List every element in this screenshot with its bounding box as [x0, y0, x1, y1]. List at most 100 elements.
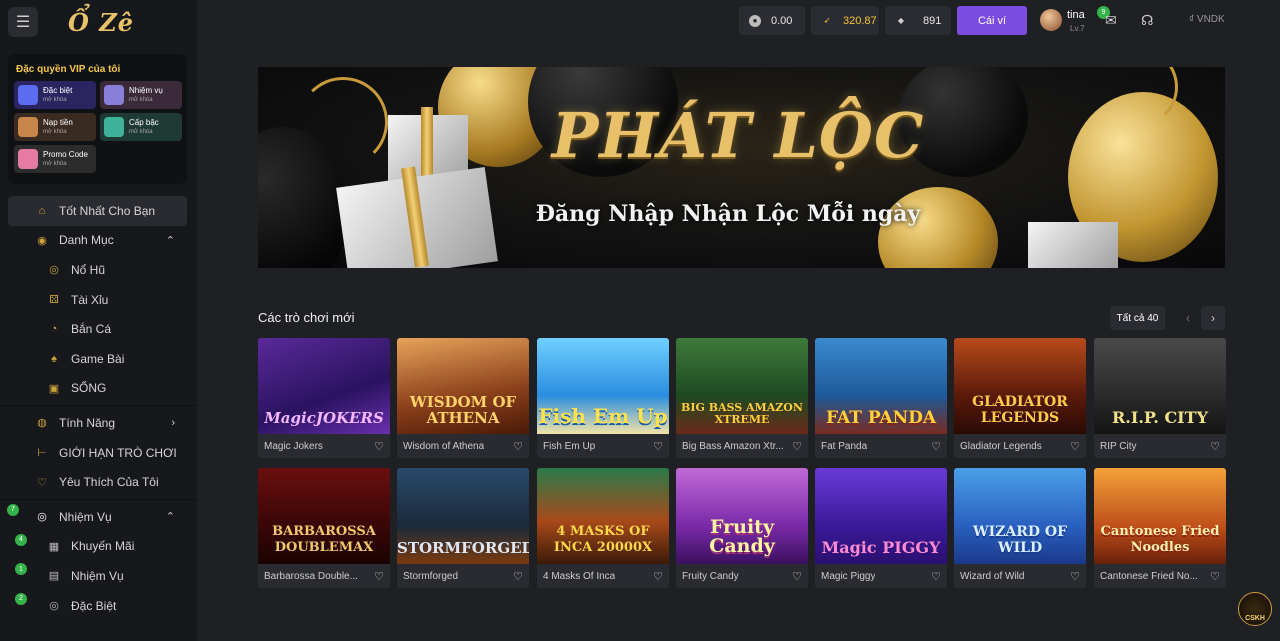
- game-thumbnail: STORMFORGED: [397, 468, 529, 564]
- nav-item-promotions[interactable]: 4 ▦ Khuyến Mãi: [0, 532, 197, 562]
- game-name: Magic Jokers: [264, 440, 323, 452]
- heart-icon[interactable]: ♡: [1210, 440, 1220, 453]
- game-caption: Barbarossa Double... ♡: [258, 564, 390, 588]
- game-name: Fat Panda: [821, 440, 868, 452]
- target-icon: ◎: [37, 511, 47, 524]
- nav-item-special[interactable]: 2 ◎ Đặc Biệt: [0, 591, 197, 621]
- vip-card-deposit[interactable]: Nạp tiền mở khóa: [14, 113, 96, 141]
- gift-ribbon-graphic: [421, 107, 433, 185]
- game-caption: Fish Em Up ♡: [537, 434, 669, 458]
- heart-icon[interactable]: ♡: [792, 570, 802, 583]
- game-art-title: FAT PANDA: [825, 408, 937, 428]
- game-card-wisdom-of-athena[interactable]: WISDOM OF ATHENA Wisdom of Athena ♡: [397, 338, 529, 458]
- nav-label: Nhiệm Vụ: [71, 568, 124, 583]
- nav-item-features[interactable]: ◍ Tính Năng ›: [8, 408, 187, 438]
- chevron-left-icon[interactable]: ‹: [1176, 306, 1200, 330]
- heart-icon[interactable]: ♡: [792, 440, 802, 453]
- nav-item-mission-sub[interactable]: 1 ▤ Nhiệm Vụ: [0, 561, 197, 591]
- game-card-fruity-candy[interactable]: Fruity Candy Fruity Candy ♡: [676, 468, 808, 588]
- game-caption: Wisdom of Athena ♡: [397, 434, 529, 458]
- nav-item-no-hu[interactable]: ◎ Nổ Hũ: [0, 255, 197, 285]
- game-name: Wizard of Wild: [960, 570, 1025, 582]
- heart-icon[interactable]: ♡: [513, 440, 523, 453]
- nav-item-game-bai[interactable]: ♠ Game Bài: [0, 344, 197, 374]
- game-card-barbarossa[interactable]: BARBAROSSA DOUBLEMAX Barbarossa Double..…: [258, 468, 390, 588]
- heart-icon[interactable]: ♡: [931, 440, 941, 453]
- game-caption: 4 Masks Of Inca ♡: [537, 564, 669, 588]
- game-art-title: Cantonese Fried Noodles: [1100, 524, 1220, 555]
- game-art-title: WIZARD OF WILD: [972, 524, 1068, 556]
- game-card-big-bass-amazon[interactable]: BIG BASS AMAZON XTREME Big Bass Amazon X…: [676, 338, 808, 458]
- nav-item-ban-ca[interactable]: ◔ Bắn Cá: [0, 314, 197, 344]
- vip-card-level[interactable]: Cấp bậc mở khóa: [100, 113, 182, 141]
- nav-item-best-for-you[interactable]: ⌂ Tốt Nhất Cho Bạn: [8, 196, 187, 226]
- promotions-badge: 4: [15, 533, 27, 546]
- heart-icon[interactable]: ♡: [513, 570, 523, 583]
- vip-card-mission[interactable]: Nhiệm vụ mở khóa: [100, 81, 182, 109]
- currency-selector[interactable]: ₫ VNDK: [1189, 14, 1225, 25]
- vip-card-label: Nhiệm vụ: [129, 86, 163, 95]
- game-card-gladiator-legends[interactable]: GLADIATOR LEGENDS Gladiator Legends ♡: [954, 338, 1086, 458]
- sidebar-nav: ⌂ Tốt Nhất Cho Bạn ◉ Danh Mục ⌃ ◎ Nổ Hũ …: [0, 196, 197, 620]
- balance-coin[interactable]: ● 0.00: [739, 6, 805, 35]
- game-card-cantonese-fried-noodles[interactable]: Cantonese Fried Noodles Cantonese Fried …: [1094, 468, 1226, 588]
- game-art-title: Fruity Candy: [709, 516, 775, 557]
- home-icon: ⌂: [38, 204, 46, 217]
- level-icon: [104, 117, 124, 137]
- nav-item-category[interactable]: ◉ Danh Mục ⌃: [8, 226, 187, 256]
- balance-value: 320.87: [843, 14, 877, 27]
- wallet-button[interactable]: Cái ví: [957, 6, 1027, 35]
- heart-icon[interactable]: ♡: [374, 570, 384, 583]
- game-card-stormforged[interactable]: STORMFORGED Stormforged ♡: [397, 468, 529, 588]
- balance-diamond[interactable]: ◆ 891: [885, 6, 951, 35]
- game-name: Fruity Candy: [682, 570, 739, 582]
- nav-item-song[interactable]: ▣ SỐNG: [0, 374, 197, 404]
- support-headset-icon[interactable]: ☊: [1141, 12, 1153, 29]
- game-card-magic-jokers[interactable]: MagicJOKERS Magic Jokers ♡: [258, 338, 390, 458]
- game-card-magic-piggy[interactable]: Magic PIGGY Magic Piggy ♡: [815, 468, 947, 588]
- username[interactable]: tina: [1067, 9, 1085, 21]
- heart-icon[interactable]: ♡: [653, 440, 663, 453]
- avatar[interactable]: [1040, 9, 1062, 31]
- vip-card-label: Nạp tiền: [43, 118, 73, 127]
- features-icon: ◍: [37, 417, 47, 430]
- nav-label: Tốt Nhất Cho Bạn: [59, 203, 156, 218]
- heart-icon[interactable]: ♡: [374, 440, 384, 453]
- vip-grid: Đặc biệt mở khóa Nhiệm vụ mở khóa Nạp tiền…: [14, 81, 182, 173]
- vip-card-promo[interactable]: Promo Code mở khóa: [14, 145, 96, 173]
- game-name: Gladiator Legends: [960, 440, 1042, 452]
- game-card-rip-city[interactable]: R.I.P. CITY RIP City ♡: [1094, 338, 1226, 458]
- cards-icon: ♠: [51, 352, 57, 365]
- view-all-button[interactable]: Tất cả 40: [1110, 306, 1165, 330]
- mail-icon[interactable]: ✉: [1105, 12, 1117, 29]
- heart-icon[interactable]: ♡: [931, 570, 941, 583]
- game-name: Fish Em Up: [543, 440, 596, 452]
- vip-card-special[interactable]: Đặc biệt mở khóa: [14, 81, 96, 109]
- chevron-right-icon: ›: [171, 416, 175, 429]
- heart-icon[interactable]: ♡: [1070, 570, 1080, 583]
- missions-badge: 7: [7, 503, 19, 516]
- chevron-right-icon[interactable]: ›: [1201, 306, 1225, 330]
- nav-label: Khuyến Mãi: [71, 539, 135, 554]
- banner-title: PHÁT LỘC: [551, 99, 925, 172]
- heart-icon[interactable]: ♡: [1070, 440, 1080, 453]
- balance-rocket[interactable]: ➶ 320.87: [811, 6, 879, 35]
- nav-label: Tính Năng: [59, 415, 116, 430]
- game-card-fat-panda[interactable]: FAT PANDA Fat Panda ♡: [815, 338, 947, 458]
- heart-icon[interactable]: ♡: [653, 570, 663, 583]
- site-logo[interactable]: Ổ Zê: [68, 8, 134, 37]
- nav-label: SỐNG: [71, 381, 107, 396]
- nav-item-tai-xiu[interactable]: ⚄ Tài Xỉu: [0, 285, 197, 315]
- nav-item-game-limit[interactable]: ⊢ GIỚI HẠN TRÒ CHƠI: [8, 438, 187, 468]
- nav-item-favorites[interactable]: ♡ Yêu Thích Của Tôi: [8, 467, 187, 497]
- nav-label: Game Bài: [71, 351, 125, 366]
- heart-icon[interactable]: ♡: [1210, 570, 1220, 583]
- hamburger-menu-icon[interactable]: ☰: [8, 7, 38, 37]
- live-icon: ▣: [48, 382, 60, 395]
- customer-support-button[interactable]: CSKH: [1238, 592, 1272, 626]
- promo-banner[interactable]: PHÁT LỘC Đăng Nhập Nhận Lộc Mỗi ngày: [258, 67, 1225, 268]
- game-card-4-masks-of-inca[interactable]: 4 MASKS OF INCA 20000X 4 Masks Of Inca ♡: [537, 468, 669, 588]
- nav-item-missions[interactable]: 7 ◎ Nhiệm Vụ ⌃: [7, 502, 187, 532]
- game-card-wizard-of-wild[interactable]: WIZARD OF WILD Wizard of Wild ♡: [954, 468, 1086, 588]
- game-card-fish-em-up[interactable]: Fish Em Up Fish Em Up ♡: [537, 338, 669, 458]
